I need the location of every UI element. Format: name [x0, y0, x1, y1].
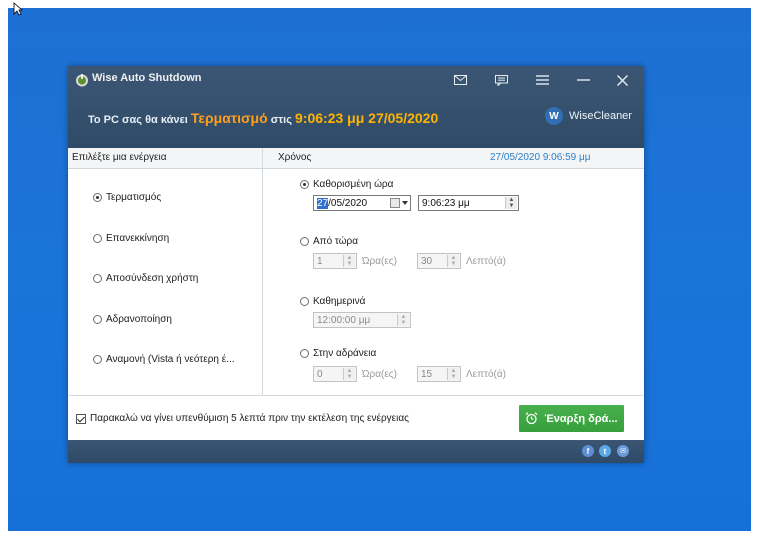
- message-datetime: 9:06:23 μμ 27/05/2020: [295, 110, 439, 126]
- action-restart-label: Επανεκκίνηση: [106, 233, 170, 244]
- date-day-highlight: 27: [317, 198, 329, 209]
- mail-button[interactable]: [447, 69, 473, 91]
- mouse-cursor-icon: [13, 2, 23, 16]
- action-shutdown-radio[interactable]: Τερματισμός: [93, 192, 161, 203]
- brand-name: WiseCleaner: [569, 110, 632, 122]
- app-logo-icon: [76, 74, 88, 87]
- action-hibernate-radio[interactable]: Αδρανοποίηση: [93, 314, 172, 325]
- message-prefix: Το PC σας θα κάνει: [88, 114, 188, 126]
- from-now-hours-unit: Ώρα(ες): [362, 256, 397, 267]
- message-action: Τερματισμό: [190, 110, 268, 126]
- minutes-spinner[interactable]: ▲ ▼: [447, 255, 459, 267]
- radio-icon: [93, 315, 102, 324]
- start-button[interactable]: Έναρξη δρά...: [519, 405, 624, 432]
- facebook-icon[interactable]: f: [582, 445, 594, 457]
- close-icon: [616, 74, 628, 86]
- feedback-button[interactable]: [488, 69, 514, 91]
- from-now-minutes-value: 30: [421, 256, 433, 267]
- time-value: 9:06:23 μμ: [422, 198, 470, 209]
- specific-time-radio[interactable]: Καθορισμένη ώρα: [300, 179, 393, 190]
- from-now-minutes-field[interactable]: 30 ▲ ▼: [417, 253, 461, 269]
- checkbox-checked-icon: [76, 413, 86, 424]
- column-divider: [262, 148, 263, 395]
- idle-minutes-value: 15: [421, 369, 433, 380]
- action-sleep-label: Αναμονή (Vista ή νεότερη έ...: [106, 354, 235, 365]
- twitter-icon[interactable]: t: [599, 445, 611, 457]
- reminder-label: Παρακαλώ να γίνει υπενθύμιση 5 λεπτά πρι…: [90, 413, 409, 424]
- app-title: Wise Auto Shutdown: [92, 72, 202, 84]
- radio-icon: [300, 349, 309, 358]
- time-field[interactable]: 9:06:23 μμ ▲ ▼: [418, 195, 519, 211]
- daily-time-value: 12:00:00 μμ: [317, 315, 371, 326]
- hours-spinner[interactable]: ▲ ▼: [343, 255, 355, 267]
- shutdown-message: Το PC σας θα κάνει Τερματισμό στις 9:06:…: [88, 110, 438, 126]
- action-logoff-label: Αποσύνδεση χρήστη: [106, 273, 199, 284]
- action-hibernate-label: Αδρανοποίηση: [106, 314, 172, 325]
- action-sleep-radio[interactable]: Αναμονή (Vista ή νεότερη έ...: [93, 354, 235, 365]
- radio-icon: [300, 237, 309, 246]
- alarm-clock-icon: [526, 412, 538, 425]
- from-now-hours-value: 1: [317, 256, 323, 267]
- radio-selected-icon: [93, 193, 102, 202]
- daily-time-field[interactable]: 12:00:00 μμ ▲ ▼: [313, 312, 411, 328]
- wisecleaner-brand[interactable]: W WiseCleaner: [545, 107, 632, 125]
- date-dropdown-button[interactable]: [390, 198, 408, 208]
- idle-minutes-field[interactable]: 15 ▲ ▼: [417, 366, 461, 382]
- from-now-minutes-unit: Λεπτό(ά): [466, 256, 506, 267]
- action-shutdown-label: Τερματισμός: [106, 192, 162, 203]
- action-restart-radio[interactable]: Επανεκκίνηση: [93, 233, 169, 244]
- idle-minutes-unit: Λεπτό(ά): [466, 369, 506, 380]
- on-idle-label: Στην αδράνεια: [313, 348, 377, 359]
- on-idle-radio[interactable]: Στην αδράνεια: [300, 348, 376, 359]
- minimize-icon: [576, 79, 590, 81]
- menu-button[interactable]: [529, 69, 555, 91]
- app-window: Wise Auto Shutdown Το PC σας θα κάνει Τε…: [68, 66, 644, 463]
- idle-hours-spinner[interactable]: ▲ ▼: [343, 368, 355, 380]
- from-now-radio[interactable]: Από τώρα: [300, 236, 358, 247]
- radio-selected-icon: [300, 180, 309, 189]
- mail-icon: [453, 75, 467, 85]
- date-rest: /05/2020: [328, 198, 368, 209]
- action-header-label: Επιλέξτε μια ενέργεια: [72, 152, 167, 163]
- date-picker[interactable]: 27/05/2020: [313, 195, 411, 211]
- radio-icon: [93, 234, 102, 243]
- action-logoff-radio[interactable]: Αποσύνδεση χρήστη: [93, 273, 198, 284]
- current-time: 27/05/2020 9:06:59 μμ: [490, 152, 591, 163]
- hamburger-menu-icon: [535, 75, 549, 85]
- daily-label: Καθημερινά: [313, 296, 366, 307]
- radio-icon: [93, 355, 102, 364]
- specific-time-label: Καθορισμένη ώρα: [313, 179, 394, 190]
- daily-time-spinner[interactable]: ▲ ▼: [397, 314, 409, 326]
- bottom-bar: f t ✉: [68, 440, 644, 463]
- close-button[interactable]: [609, 69, 635, 91]
- title-bar: Wise Auto Shutdown Το PC σας θα κάνει Τε…: [68, 66, 644, 148]
- idle-hours-value: 0: [317, 369, 323, 380]
- from-now-label: Από τώρα: [313, 236, 358, 247]
- reminder-checkbox[interactable]: Παρακαλώ να γίνει υπενθύμιση 5 λεπτά πρι…: [76, 413, 409, 424]
- daily-radio[interactable]: Καθημερινά: [300, 296, 365, 307]
- time-column-header: Χρόνος 27/05/2020 9:06:59 μμ: [263, 148, 644, 169]
- radio-icon: [300, 297, 309, 306]
- time-spinner[interactable]: ▲ ▼: [505, 197, 517, 209]
- minimize-button[interactable]: [570, 69, 596, 91]
- idle-minutes-spinner[interactable]: ▲ ▼: [447, 368, 459, 380]
- action-column-header: Επιλέξτε μια ενέργεια: [68, 148, 262, 169]
- chevron-down-icon: [402, 201, 408, 205]
- idle-hours-unit: Ώρα(ες): [362, 369, 397, 380]
- from-now-hours-field[interactable]: 1 ▲ ▼: [313, 253, 357, 269]
- chat-icon: [494, 74, 508, 86]
- time-header-label: Χρόνος: [278, 152, 312, 163]
- calendar-icon: [390, 198, 400, 208]
- email-icon[interactable]: ✉: [617, 445, 629, 457]
- idle-hours-field[interactable]: 0 ▲ ▼: [313, 366, 357, 382]
- wisecleaner-logo-icon: W: [545, 107, 563, 125]
- start-button-label: Έναρξη δρά...: [544, 412, 618, 425]
- message-middle: στις: [270, 114, 292, 126]
- footer-area: Παρακαλώ να γίνει υπενθύμιση 5 λεπτά πρι…: [68, 395, 644, 441]
- radio-icon: [93, 274, 102, 283]
